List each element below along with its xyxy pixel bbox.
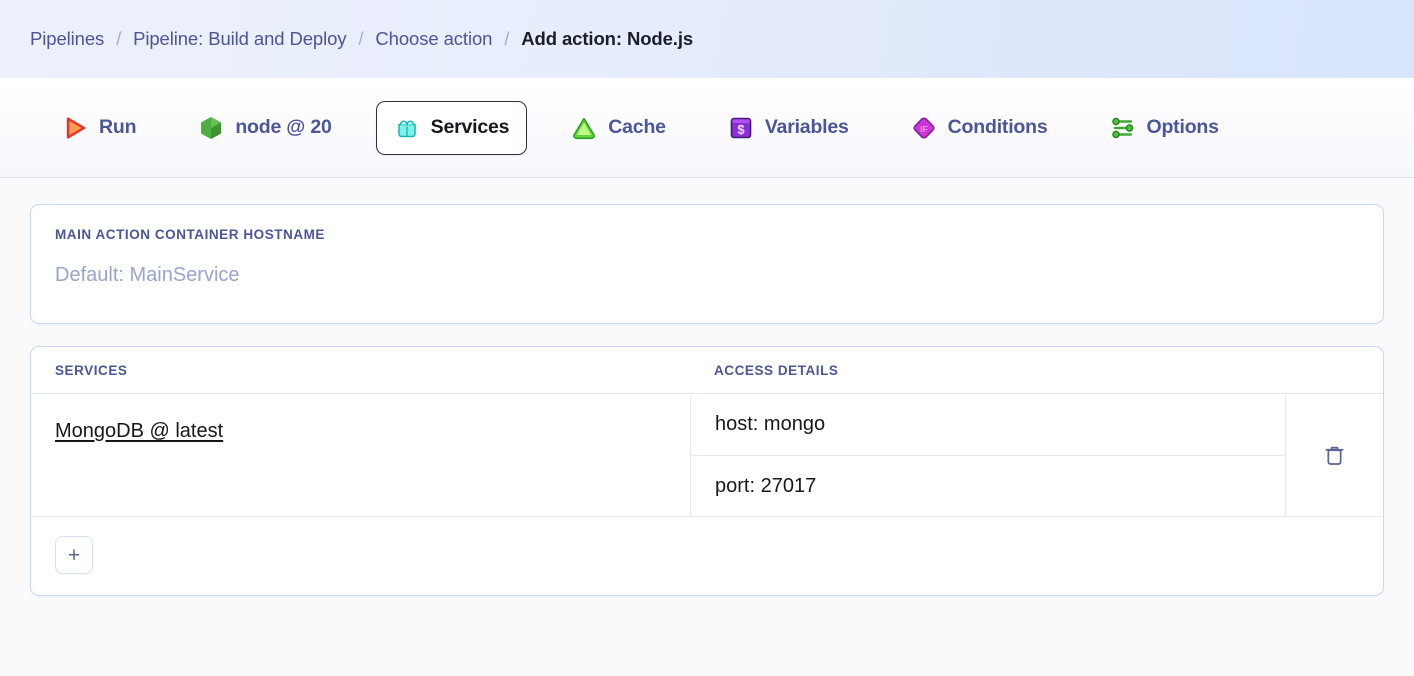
breadcrumb-item-pipeline[interactable]: Pipeline: Build and Deploy — [133, 28, 346, 50]
tab-options[interactable]: Options — [1092, 101, 1237, 155]
tab-services[interactable]: Services — [375, 100, 528, 155]
hostname-panel: MAIN ACTION CONTAINER HOSTNAME Default: … — [30, 204, 1384, 324]
breadcrumb-bar: Pipelines / Pipeline: Build and Deploy /… — [0, 0, 1414, 78]
column-header-access-details: ACCESS DETAILS — [714, 362, 839, 378]
services-table-header: SERVICES ACCESS DETAILS — [31, 347, 1383, 394]
breadcrumb-item-current: Add action: Node.js — [521, 28, 694, 49]
tab-conditions-label: Conditions — [947, 116, 1048, 138]
breadcrumb: Pipelines / Pipeline: Build and Deploy /… — [30, 28, 693, 50]
hostname-label: MAIN ACTION CONTAINER HOSTNAME — [55, 227, 325, 242]
main-content: MAIN ACTION CONTAINER HOSTNAME Default: … — [0, 178, 1414, 596]
hexagon-icon — [198, 115, 224, 141]
tab-cache-label: Cache — [608, 116, 666, 138]
cell-access-details: host: mongo port: 27017 — [690, 394, 1286, 516]
action-tab-bar: Run node @ 20 Services Cache $ Variables… — [0, 78, 1414, 178]
hostname-input[interactable]: Default: MainService — [55, 264, 1359, 287]
tab-node[interactable]: node @ 20 — [180, 101, 349, 155]
svg-text:$: $ — [737, 122, 745, 137]
dollar-box-icon: $ — [728, 115, 754, 141]
cell-row-actions — [1286, 394, 1383, 516]
play-icon — [62, 115, 88, 141]
tab-options-label: Options — [1146, 116, 1219, 138]
triangle-icon — [571, 115, 597, 141]
trash-icon — [1322, 446, 1347, 471]
breadcrumb-separator: / — [116, 28, 122, 49]
tab-variables-label: Variables — [764, 116, 849, 138]
tab-node-label: node @ 20 — [235, 116, 332, 138]
access-detail-port: port: 27017 — [691, 455, 1285, 516]
container-icon — [394, 115, 420, 141]
sliders-icon — [1110, 115, 1136, 141]
delete-service-button[interactable] — [1316, 437, 1353, 474]
services-panel: SERVICES ACCESS DETAILS MongoDB @ latest… — [30, 346, 1384, 596]
services-table-footer: + — [31, 517, 1383, 595]
if-diamond-icon: IF — [911, 115, 937, 141]
tab-services-label: Services — [430, 116, 510, 138]
column-header-services: SERVICES — [55, 362, 128, 378]
tab-cache[interactable]: Cache — [553, 101, 684, 155]
svg-text:IF: IF — [920, 124, 928, 134]
add-service-button[interactable]: + — [55, 536, 93, 574]
breadcrumb-separator: / — [504, 28, 510, 49]
breadcrumb-item-pipelines[interactable]: Pipelines — [30, 28, 104, 50]
breadcrumb-item-choose-action[interactable]: Choose action — [375, 28, 492, 50]
tab-variables[interactable]: $ Variables — [710, 101, 867, 155]
tab-run-label: Run — [99, 116, 137, 138]
service-link-mongodb[interactable]: MongoDB @ latest — [55, 420, 223, 443]
tab-run[interactable]: Run — [44, 101, 154, 155]
breadcrumb-separator: / — [358, 28, 364, 49]
table-row: MongoDB @ latest host: mongo port: 27017 — [31, 394, 1383, 517]
access-detail-host: host: mongo — [715, 413, 826, 435]
cell-service-name: MongoDB @ latest — [31, 394, 690, 516]
tab-conditions[interactable]: IF Conditions — [893, 101, 1066, 155]
